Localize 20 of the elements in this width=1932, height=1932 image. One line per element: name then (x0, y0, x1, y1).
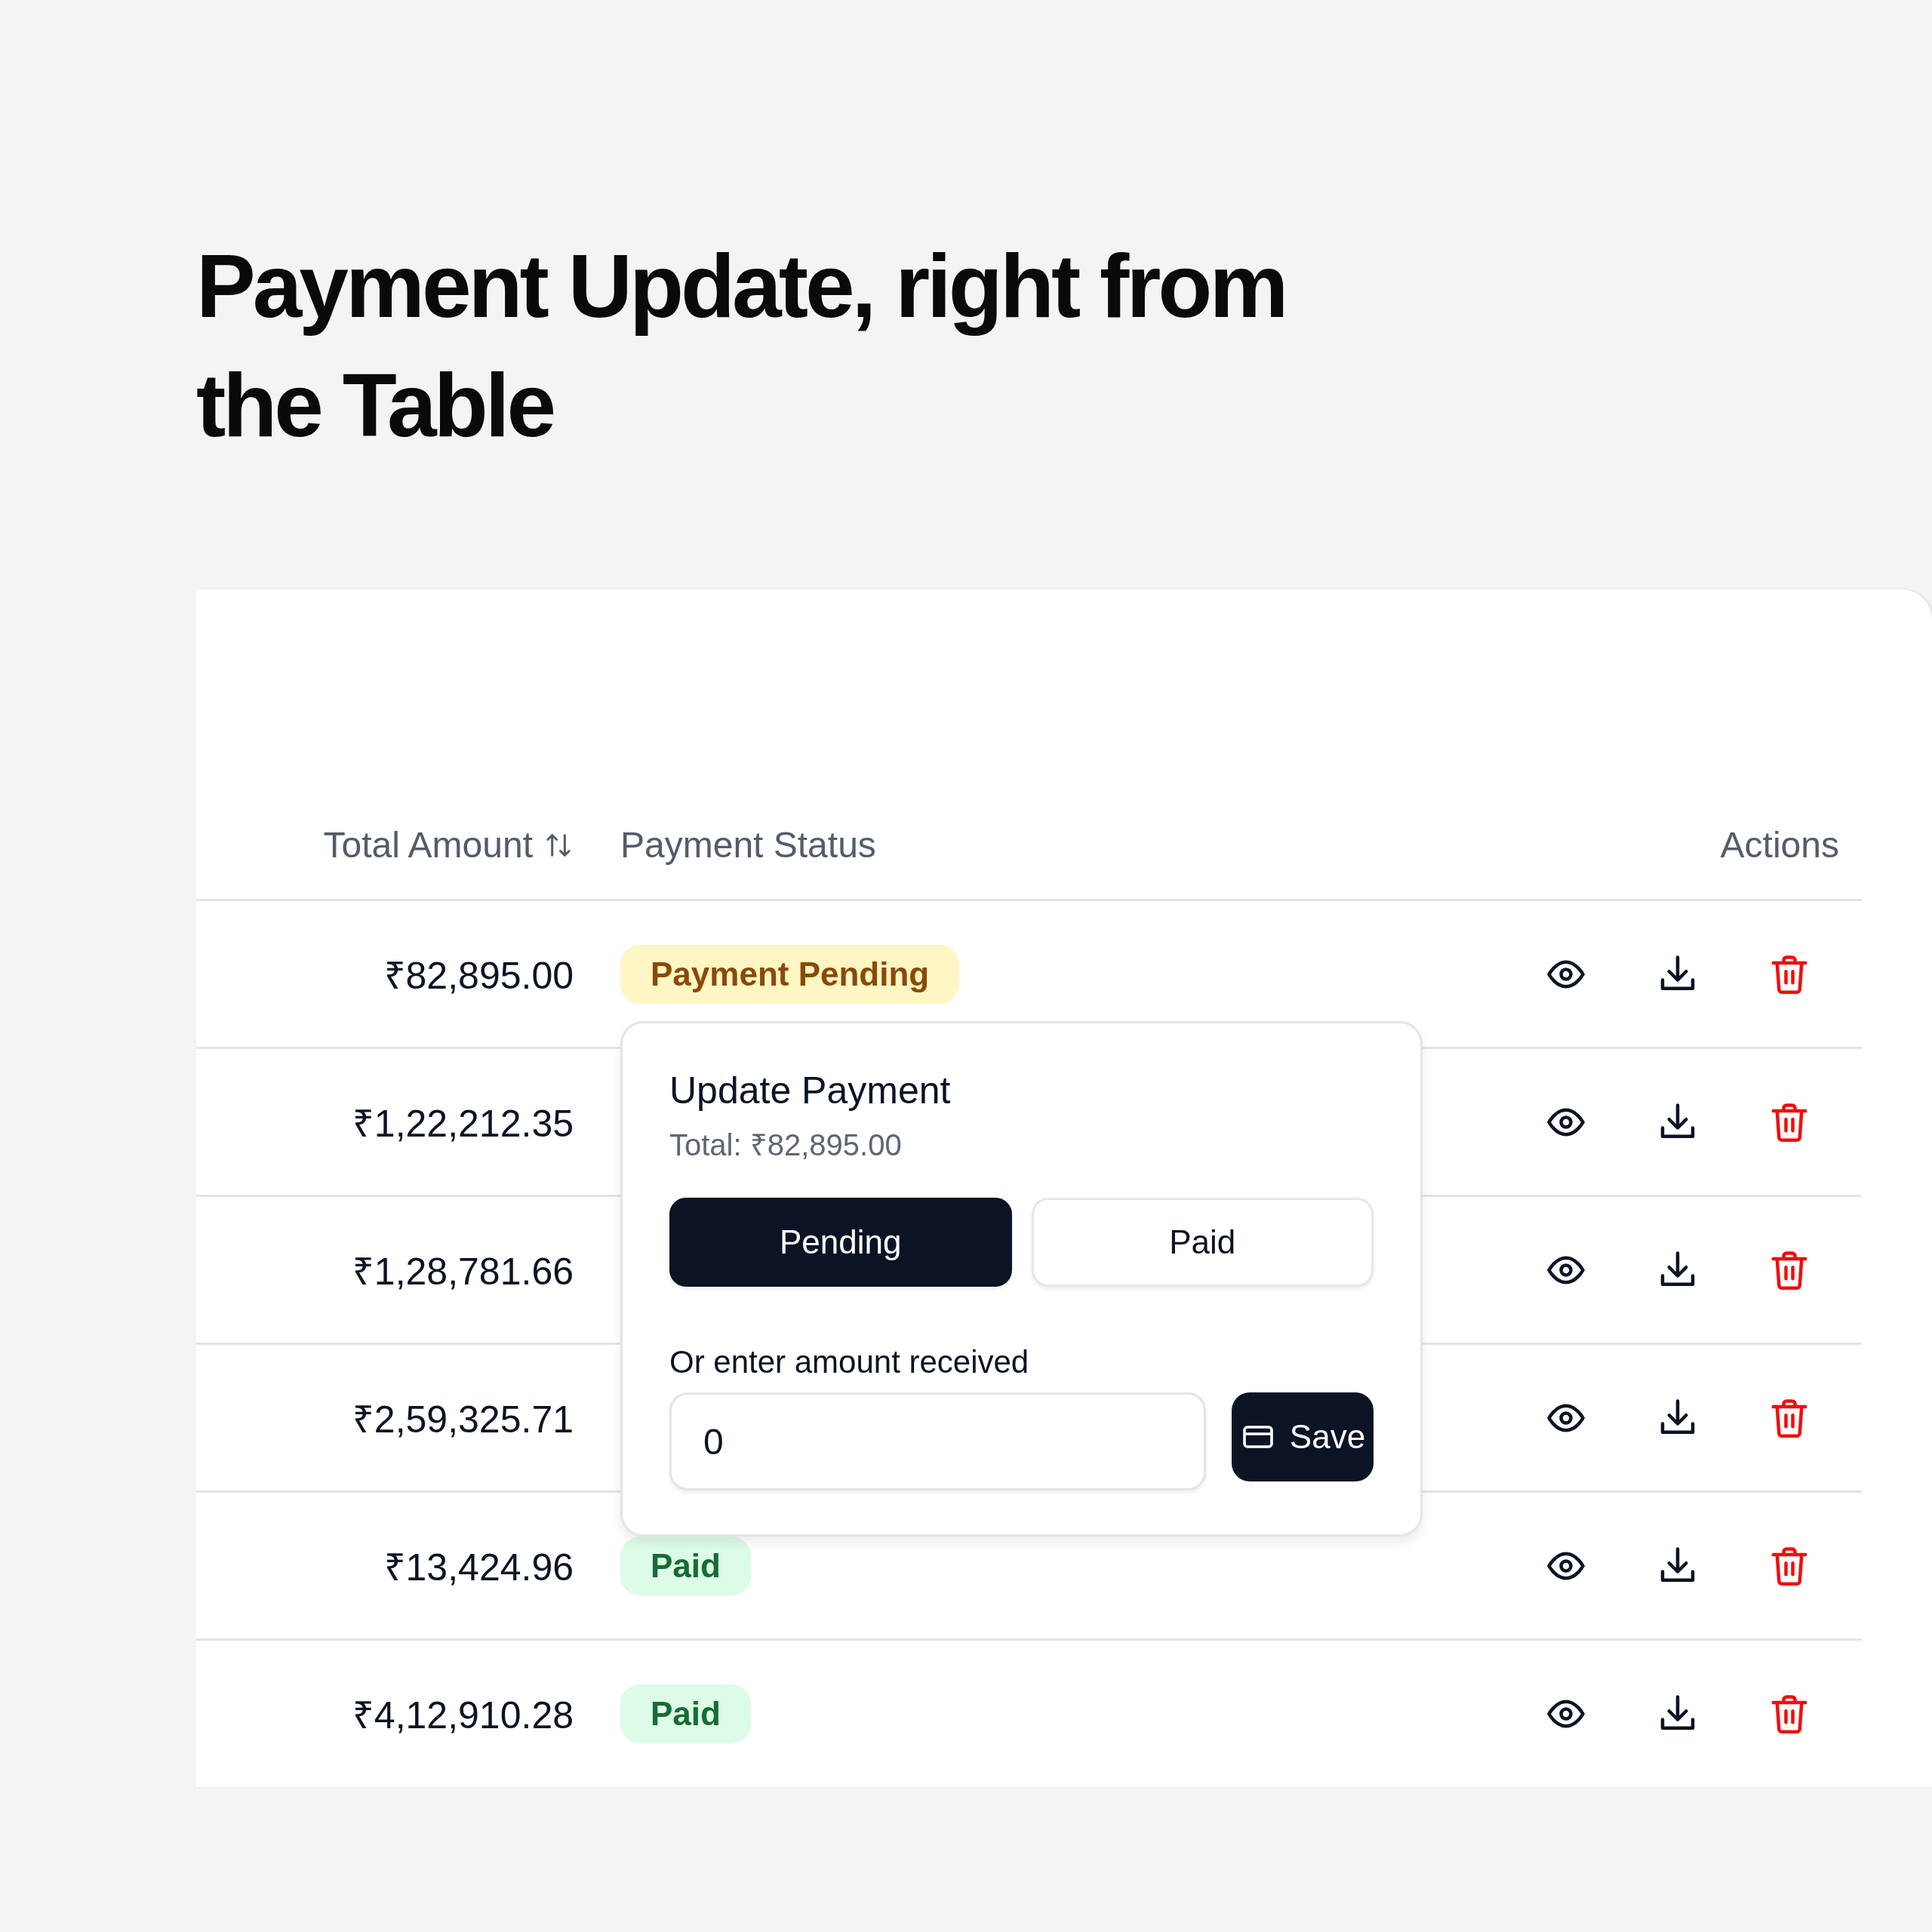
column-header: Actions (1720, 824, 1840, 866)
popover-total: Total: ₹82,895.00 (669, 1128, 903, 1163)
save-button[interactable]: Save (1232, 1392, 1374, 1481)
amount-cell-text: ₹2,59,325.71 (352, 1397, 574, 1442)
page-heading: Payment Update, right from the Table (196, 235, 1287, 457)
amount-cell-text: ₹82,895.00 (383, 953, 574, 998)
amount-cell-text: ₹4,12,910.28 (352, 1693, 574, 1738)
column-header: Payment Status (620, 824, 877, 866)
amount-input-field[interactable]: 0 (669, 1392, 1206, 1491)
amount-cell-text: ₹13,424.96 (383, 1545, 574, 1590)
amount-cell-text: ₹1,22,212.35 (352, 1101, 574, 1146)
status-badge: Paid (620, 1536, 751, 1595)
status-option-button[interactable]: Paid (1031, 1198, 1374, 1287)
status-option-button[interactable]: Pending (669, 1198, 1012, 1287)
status-badge: Paid (620, 1684, 751, 1743)
column-header[interactable]: Total Amount (323, 824, 574, 866)
status-badge: Payment Pending (620, 944, 960, 1004)
popover-title: Update Payment (669, 1069, 952, 1112)
amount-cell-text: ₹1,28,781.66 (352, 1249, 574, 1294)
amount-label: Or enter amount received (669, 1344, 1030, 1380)
